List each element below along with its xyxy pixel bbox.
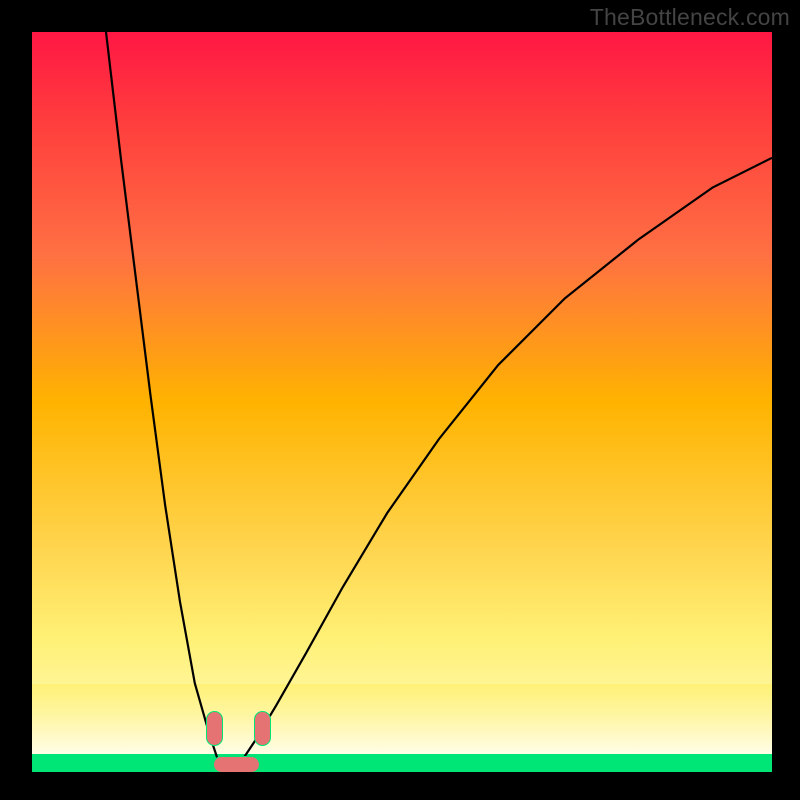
bottleneck-curve xyxy=(32,32,772,772)
chart-frame: TheBottleneck.com xyxy=(0,0,800,800)
watermark-label: TheBottleneck.com xyxy=(590,4,790,31)
marker-bottom xyxy=(213,756,259,772)
marker-right xyxy=(254,711,271,746)
plot-area xyxy=(32,32,772,772)
marker-left xyxy=(206,711,223,746)
